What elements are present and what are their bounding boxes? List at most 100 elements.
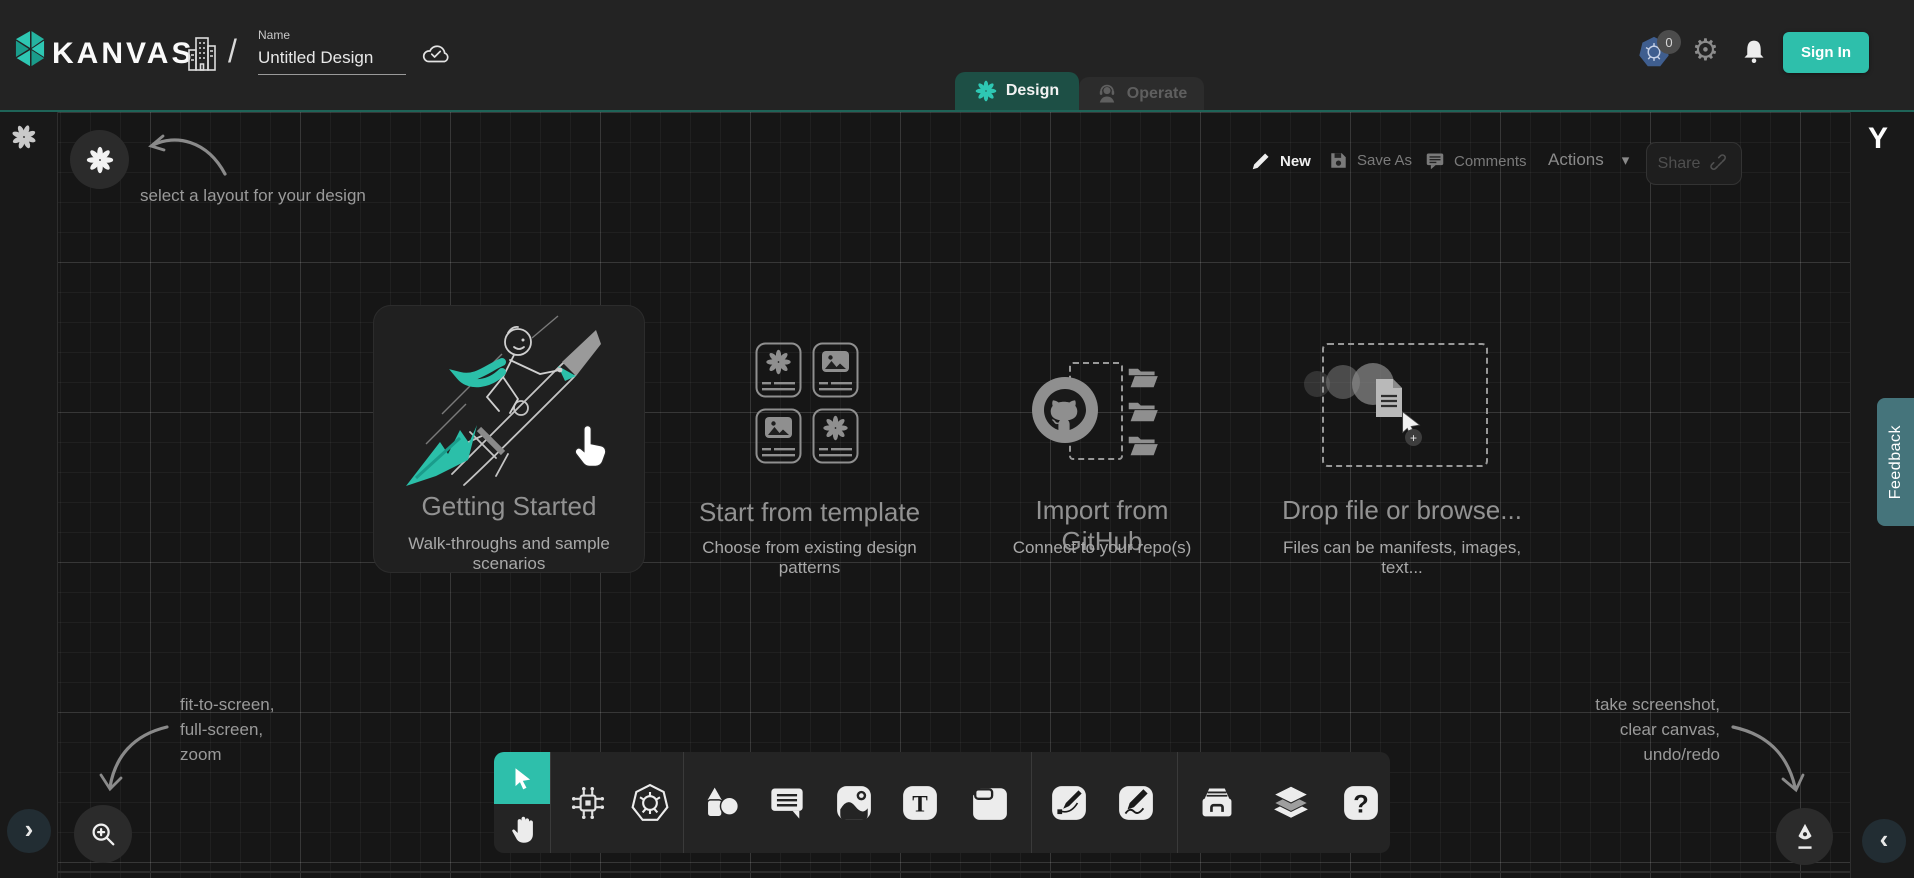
share-button[interactable]: Share	[1646, 142, 1742, 185]
comment-tool-button[interactable]	[767, 783, 807, 823]
folder-icon	[1126, 434, 1161, 458]
chevron-right-icon: ›	[25, 814, 34, 845]
import-from-github-card[interactable]: Import from GitHub Connect to your repo(…	[1002, 340, 1202, 565]
layout-selector-button[interactable]	[70, 130, 129, 189]
app-header: KANVAS / Name Design	[0, 0, 1914, 110]
plus-badge-icon: +	[1405, 429, 1422, 446]
pencil-new-icon	[1250, 150, 1272, 172]
template-tile-spinner-icon	[755, 342, 802, 398]
kanvas-app: KANVAS / Name Design	[0, 0, 1914, 878]
layers-icon	[1271, 784, 1311, 822]
kubernetes-tool-button[interactable]	[630, 783, 670, 823]
component-tool-button[interactable]	[568, 783, 608, 823]
feedback-button[interactable]: Feedback	[1877, 398, 1914, 526]
design-name-input[interactable]	[258, 48, 406, 75]
drop-file-card[interactable]: + Drop file or browse... Files can be ma…	[1282, 335, 1522, 565]
help-icon: ?	[1342, 784, 1380, 822]
template-tile-image-icon	[755, 408, 802, 464]
tab-design[interactable]: Design	[955, 72, 1079, 110]
loading-spinner-icon	[11, 124, 37, 150]
screenshot-hint-text: take screenshot, clear canvas, undo/redo	[1595, 692, 1720, 767]
cloud-sync-icon	[420, 42, 452, 66]
getting-started-subtitle: Walk-throughs and sample scenarios	[374, 534, 644, 574]
chevron-left-icon: ‹	[1880, 824, 1889, 855]
comments-button[interactable]: Comments	[1424, 150, 1527, 172]
layout-hint-text: select a layout for your design	[140, 186, 366, 206]
layout-hint-arrow	[135, 128, 235, 188]
layers-tool-button[interactable]	[1271, 783, 1311, 823]
pen-nib-icon	[1790, 821, 1820, 853]
comment-bubble-icon	[768, 784, 806, 822]
settings-gear-icon[interactable]: ⚙	[1692, 36, 1719, 66]
y-watermark-icon: Y	[1868, 122, 1888, 156]
save-as-button[interactable]: Save As	[1328, 150, 1412, 171]
pen-tool-button[interactable]	[1049, 783, 1089, 823]
design-name-field: Name	[258, 28, 406, 75]
design-spinner-icon	[975, 80, 997, 102]
left-edge-strip	[0, 112, 58, 878]
floppy-save-icon	[1328, 150, 1349, 171]
help-glyph: ?	[1353, 791, 1368, 819]
getting-started-card[interactable]: Getting Started Walk-throughs and sample…	[373, 305, 645, 573]
canvas-actions-button[interactable]	[1776, 808, 1833, 865]
drawer-tool-button[interactable]	[1197, 783, 1237, 823]
image-icon	[835, 784, 873, 822]
link-icon	[1710, 154, 1730, 174]
sticky-note-tool-button[interactable]	[970, 783, 1010, 823]
sign-in-button[interactable]: Sign In	[1783, 32, 1869, 73]
organization-icon[interactable]	[186, 34, 218, 74]
save-as-label: Save As	[1357, 152, 1412, 169]
dock-divider	[1177, 752, 1178, 853]
chevron-down-icon: ▾	[1622, 151, 1630, 169]
hand-pan-icon	[508, 813, 538, 845]
text-tool-glyph: T	[912, 791, 928, 817]
design-name-label: Name	[258, 28, 406, 42]
folder-icon	[1126, 400, 1161, 424]
zoom-controls-button[interactable]	[74, 805, 132, 863]
component-chip-icon	[569, 784, 607, 822]
shapes-icon	[701, 784, 741, 822]
repo-folders	[1126, 366, 1161, 458]
actions-dropdown[interactable]: Actions ▾	[1548, 150, 1629, 170]
new-design-button[interactable]: New	[1250, 150, 1311, 172]
start-from-template-subtitle: Choose from existing design patterns	[672, 538, 947, 578]
share-label: Share	[1658, 155, 1701, 173]
image-tool-button[interactable]	[834, 783, 874, 823]
horizontal-scroll-track[interactable]	[58, 871, 1850, 873]
template-tile-image-icon	[812, 342, 859, 398]
shapes-tool-button[interactable]	[701, 783, 741, 823]
freehand-tool-button[interactable]	[1116, 783, 1156, 823]
zoom-hint-arrow	[95, 715, 175, 800]
select-tool-button[interactable]	[494, 752, 550, 804]
context-count-badge: 0	[1657, 30, 1681, 54]
breadcrumb-separator: /	[228, 33, 237, 70]
tab-operate[interactable]: Operate	[1079, 77, 1204, 110]
sticky-note-icon	[971, 784, 1009, 822]
actions-label: Actions	[1548, 150, 1604, 170]
select-arrow-icon	[509, 765, 535, 791]
text-tool-button[interactable]: T	[900, 783, 940, 823]
start-from-template-title: Start from template	[672, 497, 947, 528]
pen-path-icon	[1050, 784, 1088, 822]
notifications-bell-icon[interactable]	[1740, 37, 1768, 67]
magnifier-plus-icon	[88, 819, 118, 849]
expand-left-panel-button[interactable]: ›	[7, 809, 51, 853]
help-tool-button[interactable]: ?	[1341, 783, 1381, 823]
pencil-draw-icon	[1117, 784, 1155, 822]
import-from-github-subtitle: Connect to your repo(s)	[1002, 538, 1202, 558]
pan-tool-button[interactable]	[503, 809, 543, 849]
dock-divider	[550, 752, 551, 853]
screenshot-hint-arrow	[1725, 715, 1810, 800]
folder-icon	[1126, 366, 1161, 390]
github-octocat-icon	[1030, 375, 1100, 445]
getting-started-title: Getting Started	[374, 491, 644, 522]
new-label: New	[1280, 153, 1311, 170]
drawer-icon	[1197, 784, 1237, 822]
comment-icon	[1424, 150, 1446, 172]
start-from-template-card[interactable]: Start from template Choose from existing…	[672, 335, 947, 565]
kanvas-logo-icon[interactable]	[11, 25, 49, 73]
expand-right-panel-button[interactable]: ‹	[1862, 819, 1906, 863]
hand-pointer-cursor-icon	[570, 422, 610, 468]
dock-divider	[683, 752, 684, 853]
text-tool-icon: T	[901, 784, 939, 822]
